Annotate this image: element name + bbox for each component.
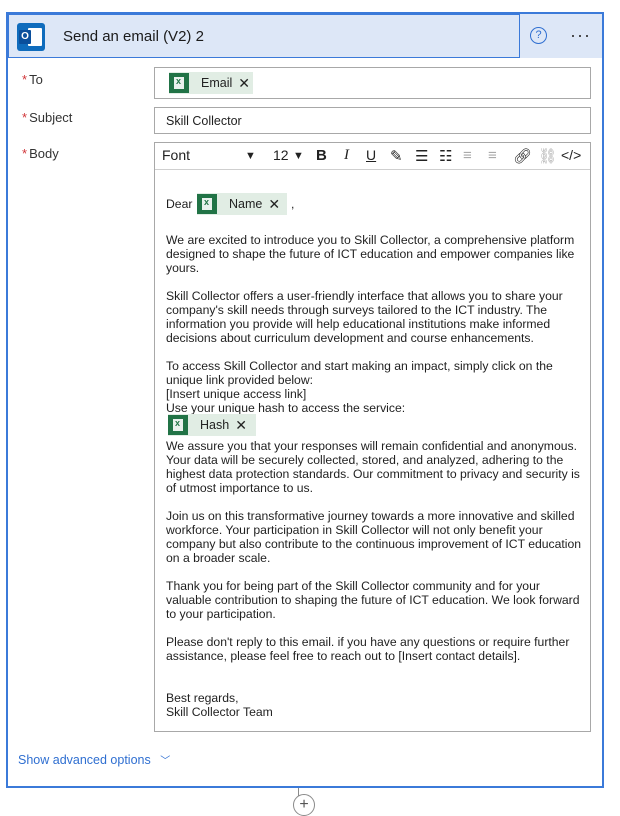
increase-indent-icon[interactable]: ≡ [488, 147, 497, 164]
bold-button[interactable]: B [316, 147, 327, 164]
highlight-pen-icon[interactable]: ✎ [390, 147, 403, 165]
size-chevron-down-icon[interactable]: ▼ [293, 150, 304, 162]
link-icon[interactable]: 🔗︎ [513, 147, 532, 165]
font-select[interactable]: Font [162, 147, 190, 163]
card-title[interactable]: Send an email (V2) 2 [63, 28, 204, 45]
font-size-select[interactable]: 12 [273, 147, 289, 163]
excel-icon [169, 73, 189, 93]
body-label: * Body [22, 146, 59, 161]
underline-button[interactable]: U [366, 147, 376, 163]
paragraph-noreply: Please don't reply to this email. if you… [166, 635, 570, 663]
outlook-icon: O [17, 23, 45, 51]
remove-token-icon[interactable]: ✕ [268, 196, 280, 213]
signature: Best regards, Skill Collector Team [166, 691, 273, 719]
action-card: O Send an email (V2) 2 ? ··· *To Email ✕… [6, 12, 604, 788]
more-options-icon[interactable]: ··· [570, 25, 591, 46]
email-token[interactable]: Email ✕ [169, 72, 253, 94]
comma-text: , [291, 197, 295, 211]
chevron-down-icon: ﹀ [160, 756, 171, 767]
decrease-indent-icon[interactable]: ≡ [463, 147, 472, 164]
subject-value: Skill Collector [166, 114, 242, 128]
paragraph-offers: Skill Collector offers a user-friendly i… [166, 289, 563, 345]
paragraph-access: To access Skill Collector and start maki… [166, 359, 553, 415]
remove-token-icon[interactable]: ✕ [238, 75, 250, 92]
to-label: * To [22, 72, 43, 87]
card-header[interactable]: O Send an email (V2) 2 ? ··· [8, 14, 602, 58]
unlink-icon[interactable]: ⛓︎ [538, 147, 557, 165]
excel-icon [168, 415, 188, 435]
numbered-list-icon[interactable]: ☷ [439, 147, 452, 165]
name-token[interactable]: Name ✕ [197, 193, 287, 215]
remove-token-icon[interactable]: ✕ [235, 417, 247, 434]
rich-text-toolbar: Font ▼ 12 ▼ B I U ✎ ☰ ☷ ≡ ≡ 🔗︎ ⛓︎ </> [155, 143, 590, 170]
font-chevron-down-icon[interactable]: ▼ [245, 150, 256, 162]
bullet-list-icon[interactable]: ☰ [415, 147, 428, 165]
excel-icon [197, 194, 217, 214]
subject-label: * Subject [22, 110, 73, 125]
italic-button[interactable]: I [344, 147, 349, 164]
hash-token[interactable]: Hash ✕ [168, 414, 256, 436]
add-step-icon[interactable]: + [293, 794, 315, 816]
paragraph-thanks: Thank you for being part of the Skill Co… [166, 579, 580, 621]
paragraph-journey: Join us on this transformative journey t… [166, 509, 582, 565]
subject-field[interactable]: Skill Collector [154, 107, 591, 134]
paragraph-intro: We are excited to introduce you to Skill… [166, 233, 575, 275]
code-view-icon[interactable]: </> [561, 147, 581, 163]
to-field[interactable]: Email ✕ [154, 67, 591, 99]
body-editor[interactable]: Font ▼ 12 ▼ B I U ✎ ☰ ☷ ≡ ≡ 🔗︎ ⛓︎ </> De… [154, 142, 591, 732]
show-advanced-options-link[interactable]: Show advanced options ﹀ [18, 752, 170, 767]
help-icon[interactable]: ? [530, 27, 547, 44]
paragraph-privacy: We assure you that your responses will r… [166, 439, 580, 495]
card-title-bar[interactable]: O Send an email (V2) 2 [8, 14, 520, 58]
